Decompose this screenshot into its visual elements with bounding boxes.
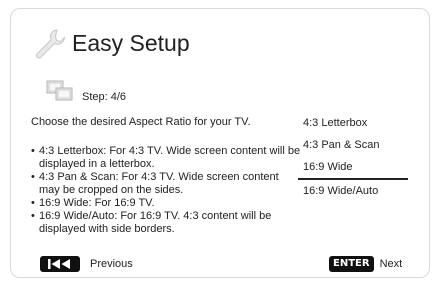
option-16-9-wide[interactable]: 16:9 Wide <box>298 156 408 180</box>
description-item: 16:9 Wide/Auto: For 16:9 TV. 4:3 content… <box>31 210 301 236</box>
previous-label: Previous <box>90 258 133 270</box>
description-item: 4:3 Letterbox: For 4:3 TV. Wide screen c… <box>31 145 301 171</box>
option-16-9-wide-auto[interactable]: 16:9 Wide/Auto <box>298 180 408 202</box>
option-descriptions: 4:3 Letterbox: For 4:3 TV. Wide screen c… <box>31 145 301 236</box>
skip-back-button[interactable] <box>40 256 80 272</box>
instruction-text: Choose the desired Aspect Ratio for your… <box>31 116 251 128</box>
skip-back-icon <box>48 259 70 269</box>
display-step-icon <box>46 80 73 101</box>
step-indicator: Step: 4/6 <box>82 91 127 103</box>
option-4-3-letterbox[interactable]: 4:3 Letterbox <box>298 112 408 134</box>
enter-button[interactable]: ENTER <box>329 256 374 272</box>
wrench-icon <box>36 29 66 59</box>
option-4-3-pan-scan[interactable]: 4:3 Pan & Scan <box>298 134 408 156</box>
previous-nav[interactable]: Previous <box>40 256 133 272</box>
next-label: Next <box>379 258 403 270</box>
description-item: 16:9 Wide: For 16:9 TV. <box>31 197 301 210</box>
next-nav[interactable]: ENTER Next <box>329 256 402 272</box>
page-title: Easy Setup <box>72 30 190 56</box>
description-item: 4:3 Pan & Scan: For 4:3 TV. Wide screen … <box>31 171 301 197</box>
aspect-ratio-list: 4:3 Letterbox 4:3 Pan & Scan 16:9 Wide 1… <box>298 112 408 202</box>
